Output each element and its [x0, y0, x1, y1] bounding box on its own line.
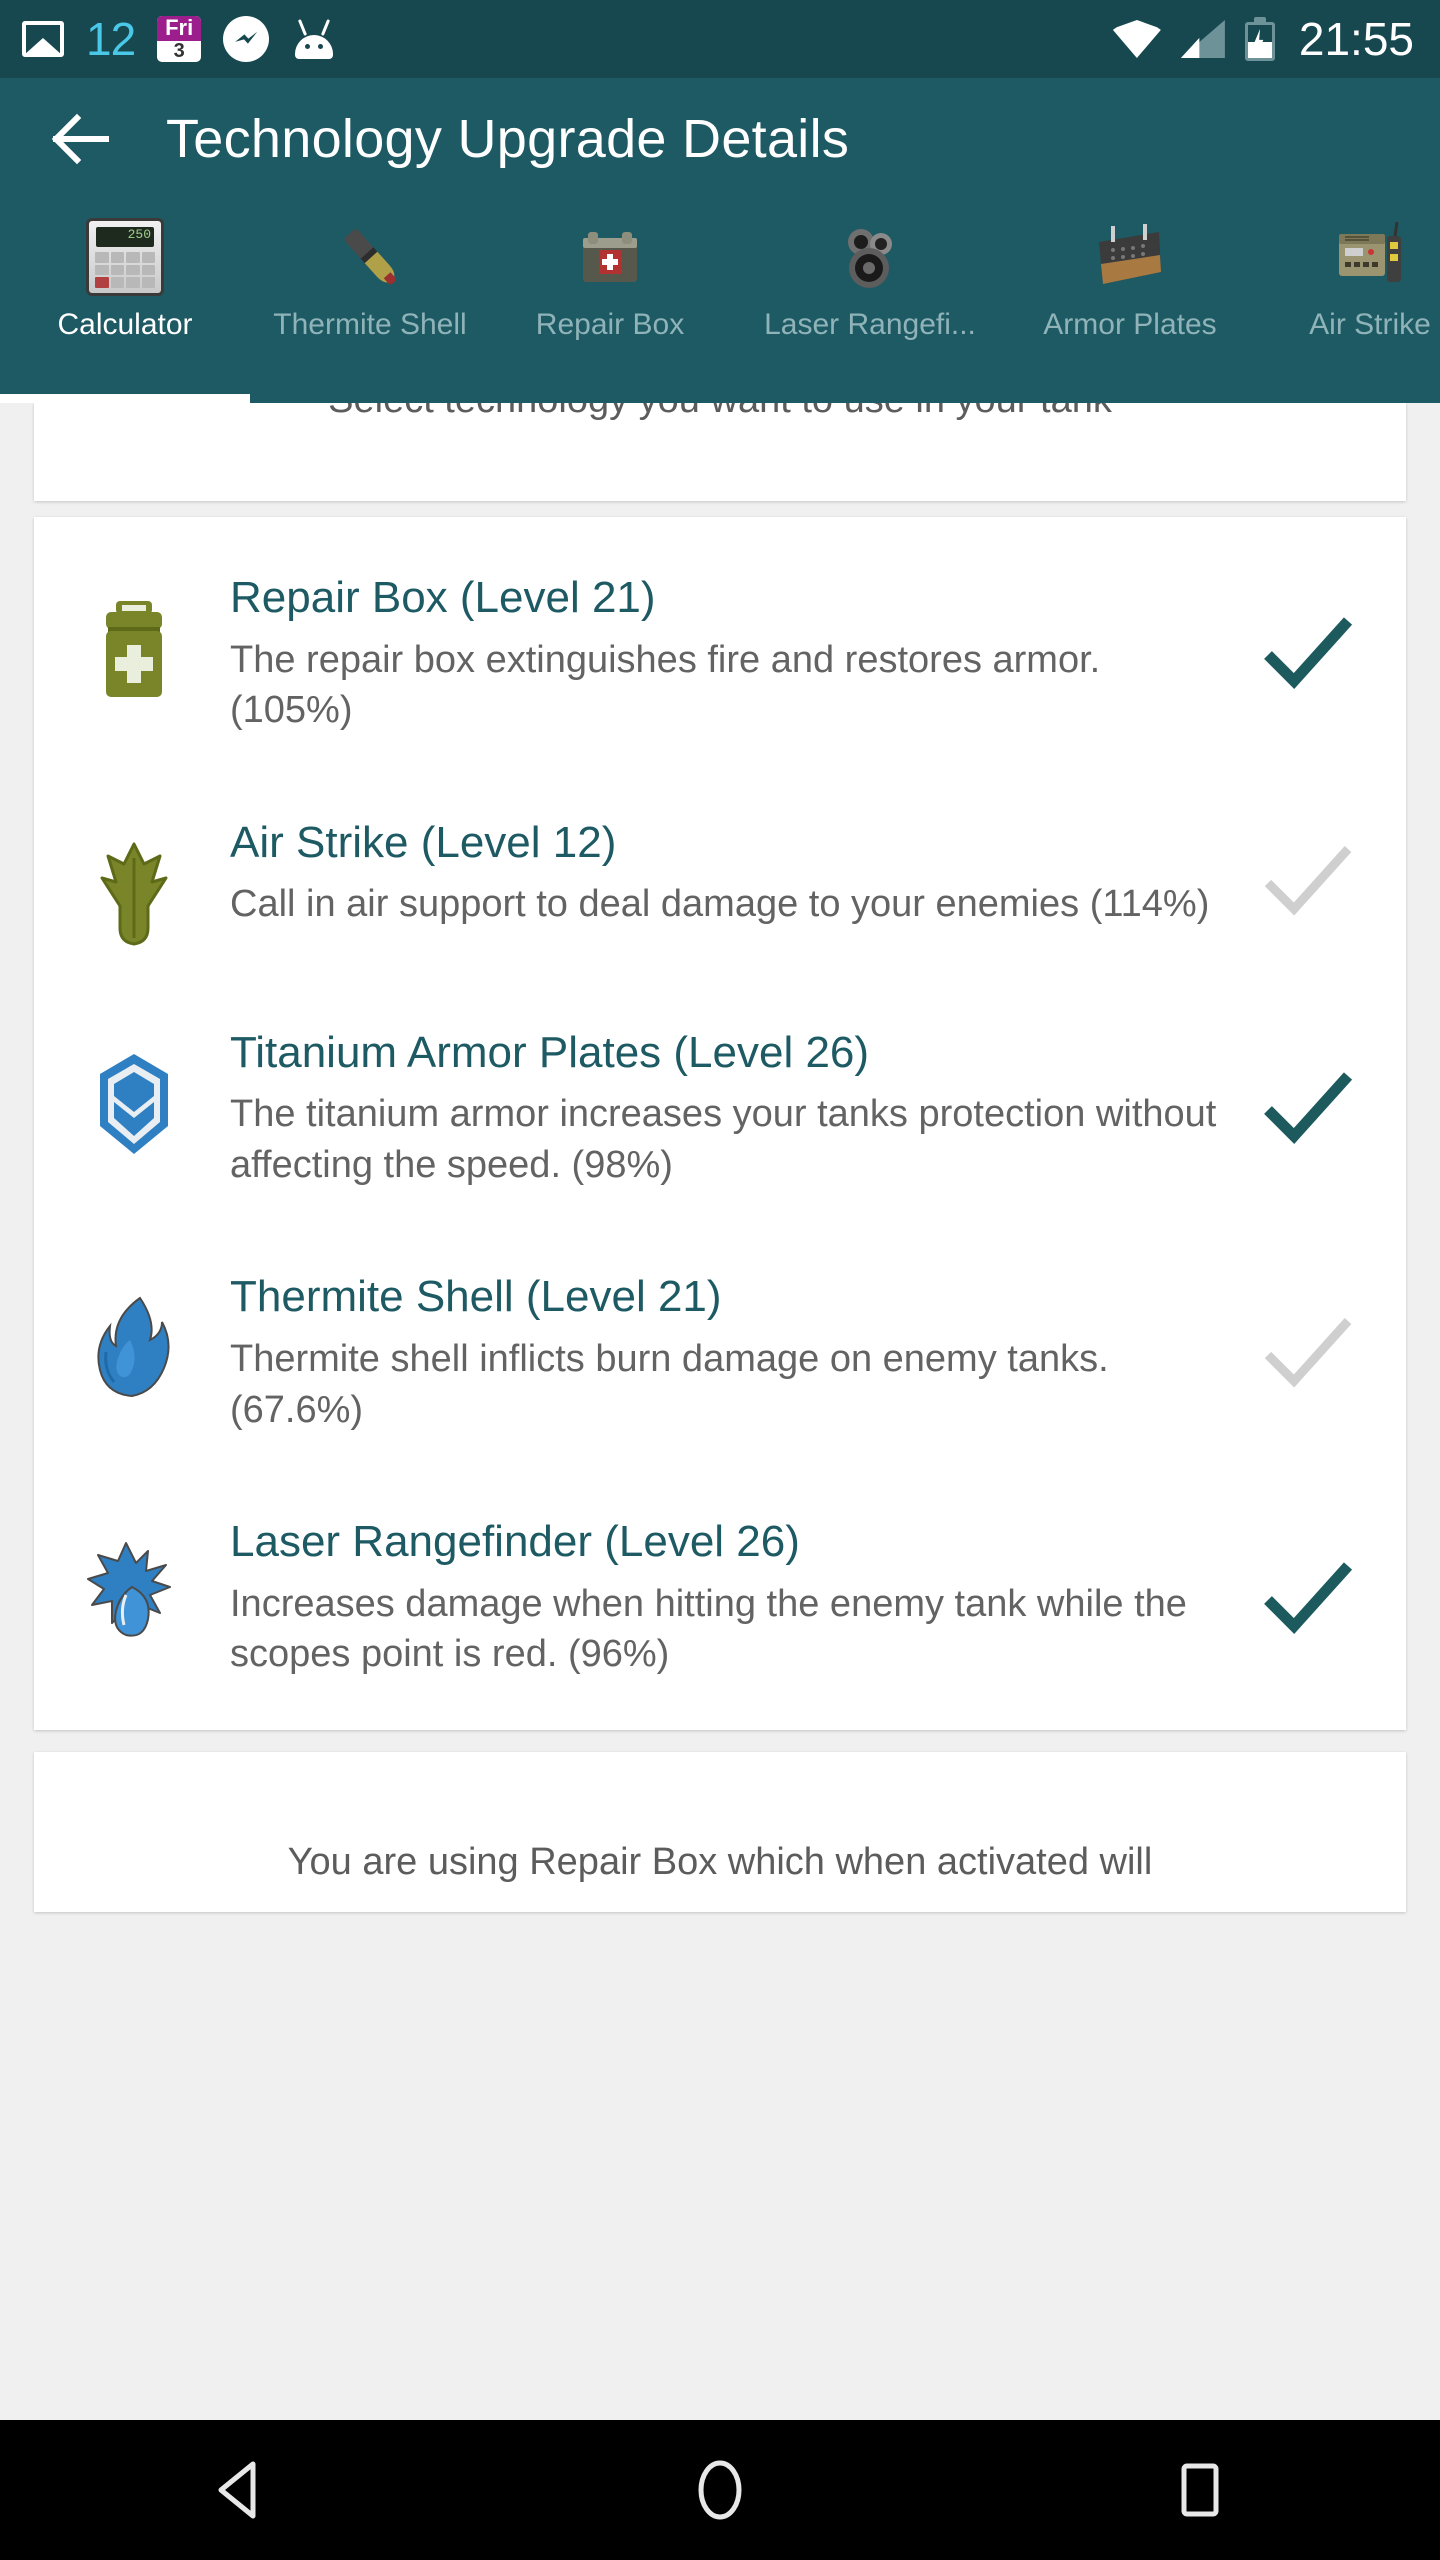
- laser-rangefinder-icon: [74, 1515, 194, 1645]
- repair-box-icon: [74, 571, 194, 701]
- technology-list-card: Repair Box (Level 21) The repair box ext…: [34, 517, 1406, 1730]
- technology-info: Titanium Armor Plates (Level 26) The tit…: [194, 1026, 1250, 1191]
- technology-selected-check[interactable]: [1250, 1560, 1370, 1636]
- back-arrow-icon[interactable]: [48, 108, 110, 170]
- technology-selected-check[interactable]: [1250, 615, 1370, 691]
- technology-selected-check[interactable]: [1250, 1070, 1370, 1146]
- technology-title: Repair Box (Level 21): [230, 573, 656, 622]
- technology-row[interactable]: Repair Box (Level 21) The repair box ext…: [34, 531, 1406, 776]
- check-icon: [1264, 1317, 1352, 1388]
- technology-info: Laser Rangefinder (Level 26) Increases d…: [194, 1515, 1250, 1680]
- technology-info: Thermite Shell (Level 21) Thermite shell…: [194, 1270, 1250, 1435]
- technology-description: Call in air support to deal damage to yo…: [230, 883, 1210, 926]
- check-icon: [1264, 1561, 1353, 1634]
- technology-info: Repair Box (Level 21) The repair box ext…: [194, 571, 1250, 736]
- check-icon: [1264, 1072, 1353, 1145]
- calendar-date: 3: [173, 40, 185, 62]
- content-scroll-area[interactable]: Select technology you want to use in you…: [0, 403, 1440, 2420]
- page-title: Technology Upgrade Details: [166, 109, 850, 169]
- tab-label: Calculator: [57, 308, 193, 341]
- tab-label: Air Strike: [1309, 308, 1431, 341]
- nav-home-icon[interactable]: [630, 2420, 810, 2560]
- technology-info: Air Strike (Level 12) Call in air suppor…: [194, 816, 1250, 930]
- technology-row[interactable]: Titanium Armor Plates (Level 26) The tit…: [34, 986, 1406, 1231]
- technology-description: The repair box extinguishes fire and res…: [230, 638, 1101, 732]
- card-header: Select technology you want to use in you…: [34, 403, 1406, 501]
- footer-card: You are using Repair Box which when acti…: [34, 1751, 1406, 1912]
- status-bar-system: 21:55: [1112, 13, 1414, 65]
- nav-back-icon[interactable]: [150, 2420, 330, 2560]
- tab-repair-box[interactable]: Repair Box: [490, 200, 730, 403]
- technology-description: Increases damage when hitting the enemy …: [230, 1582, 1187, 1676]
- clock: 21:55: [1298, 13, 1414, 65]
- technology-row[interactable]: Laser Rangefinder (Level 26) Increases d…: [34, 1475, 1406, 1720]
- check-icon: [1264, 845, 1352, 916]
- status-bar-notifications: 12 Fri 3: [22, 16, 1113, 62]
- tab-thermite-shell[interactable]: Thermite Shell: [250, 200, 490, 403]
- tab-laser-rangefinder[interactable]: Laser Rangefi...: [730, 200, 1010, 403]
- nav-recents-icon[interactable]: [1110, 2420, 1290, 2560]
- android-icon: [291, 19, 337, 59]
- android-antenna-right: [321, 19, 331, 36]
- system-navigation-bar: [0, 2420, 1440, 2560]
- phone-screen: 12 Fri 3 21:55 Technology Upgrade Detail…: [0, 0, 1440, 2560]
- tab-label: Repair Box: [535, 308, 685, 341]
- wifi-icon: [1112, 20, 1161, 58]
- status-bar: 12 Fri 3 21:55: [0, 0, 1440, 78]
- tab-bar[interactable]: 250 Calculator Thermite Shell Repair Box…: [0, 200, 1440, 403]
- calendar-day-label: Fri: [157, 16, 202, 41]
- technology-title: Air Strike (Level 12): [230, 817, 617, 867]
- usage-summary-text: You are using Repair Box which when acti…: [287, 1840, 1153, 1883]
- android-head: [295, 35, 334, 59]
- technology-title: Thermite Shell (Level 21): [230, 1272, 722, 1322]
- card-footer: You are using Repair Box which when acti…: [34, 1752, 1406, 1912]
- bullet-shell-icon: [331, 218, 409, 296]
- technology-row[interactable]: Air Strike (Level 12) Call in air suppor…: [34, 776, 1406, 986]
- calendar-icon: Fri 3: [157, 16, 202, 62]
- technology-selected-check[interactable]: [1250, 843, 1370, 919]
- notification-count: 12: [86, 13, 136, 65]
- tab-label: Thermite Shell: [273, 308, 467, 341]
- messenger-icon: [223, 16, 270, 62]
- header-card: Select technology you want to use in you…: [34, 403, 1406, 501]
- tab-armor-plates[interactable]: Armor Plates: [1010, 200, 1250, 403]
- armor-plates-icon: [1091, 218, 1169, 296]
- thermite-flame-icon: [74, 1270, 194, 1400]
- medkit-crate-icon: [571, 218, 649, 296]
- air-strike-icon: [74, 816, 194, 946]
- tab-label: Laser Rangefi...: [764, 308, 976, 341]
- technology-selected-check[interactable]: [1250, 1315, 1370, 1391]
- check-icon: [1264, 617, 1353, 690]
- calculator-icon: 250: [86, 218, 164, 296]
- technology-description: Thermite shell inflicts burn damage on e…: [230, 1338, 1109, 1431]
- tab-air-strike[interactable]: Air Strike: [1250, 200, 1440, 403]
- technology-description: The titanium armor increases your tanks …: [230, 1093, 1217, 1186]
- tab-label: Armor Plates: [1043, 308, 1217, 341]
- rangefinder-icon: [831, 218, 909, 296]
- radio-transmitter-icon: [1331, 218, 1409, 296]
- tab-calculator[interactable]: 250 Calculator: [0, 200, 250, 403]
- armor-plates-icon: [74, 1026, 194, 1156]
- app-bar: Technology Upgrade Details: [0, 78, 1440, 200]
- technology-title: Laser Rangefinder (Level 26): [230, 1517, 800, 1567]
- image-icon: [22, 21, 64, 57]
- battery-charging-icon: [1244, 17, 1275, 61]
- cell-signal-icon: [1180, 20, 1225, 58]
- technology-title: Titanium Armor Plates (Level 26): [230, 1027, 870, 1077]
- instruction-text: Select technology you want to use in you…: [328, 403, 1112, 422]
- technology-row[interactable]: Thermite Shell (Level 21) Thermite shell…: [34, 1230, 1406, 1475]
- android-antenna-left: [298, 19, 308, 36]
